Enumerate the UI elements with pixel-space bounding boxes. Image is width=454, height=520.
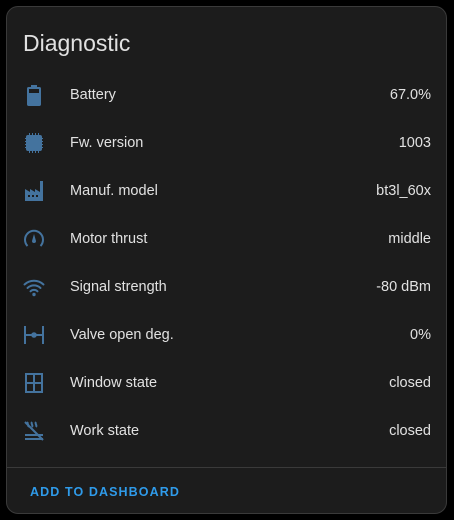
entity-value: 67.0% [389,87,431,103]
heating-off-icon [22,419,46,443]
entity-list: Battery 67.0% Fw. version 1003 Manuf. mo… [7,71,446,455]
entity-row-manuf-model[interactable]: Manuf. model bt3l_60x [7,167,446,215]
entity-label: Fw. version [70,135,144,151]
valve-icon [22,323,46,347]
card-divider [7,467,446,468]
entity-row-motor-thrust[interactable]: Motor thrust middle [7,215,446,263]
entity-value: 1003 [398,135,431,151]
entity-value: -80 dBm [376,279,431,295]
entity-row-fw-version[interactable]: Fw. version 1003 [7,119,446,167]
card-title: Diagnostic [23,30,131,56]
chip-icon [22,131,46,155]
add-to-dashboard-button[interactable]: ADD TO DASHBOARD [20,477,190,507]
entity-label: Valve open deg. [70,327,174,343]
entity-row-valve-open-deg[interactable]: Valve open deg. 0% [7,311,446,359]
entity-value: closed [389,375,431,391]
entity-row-signal-strength[interactable]: Signal strength -80 dBm [7,263,446,311]
entity-value: bt3l_60x [376,183,431,199]
entity-label: Window state [70,375,158,391]
entity-label: Signal strength [70,279,167,295]
factory-icon [22,179,46,203]
entity-row-window-state[interactable]: Window state closed [7,359,446,407]
speedometer-icon [22,227,46,251]
wifi-icon [22,275,46,299]
entity-label: Manuf. model [70,183,158,199]
entity-value: closed [389,423,431,439]
entity-value: middle [388,231,431,247]
entity-label: Battery [70,87,116,103]
entity-label: Motor thrust [70,231,148,247]
diagnostic-card: Diagnostic Battery 67.0% Fw. version 100… [6,6,447,514]
window-icon [22,371,46,395]
battery-icon [22,83,46,107]
entity-row-work-state[interactable]: Work state closed [7,407,446,455]
entity-label: Work state [70,423,140,439]
entity-value: 0% [410,327,431,343]
entity-row-battery[interactable]: Battery 67.0% [7,71,446,119]
